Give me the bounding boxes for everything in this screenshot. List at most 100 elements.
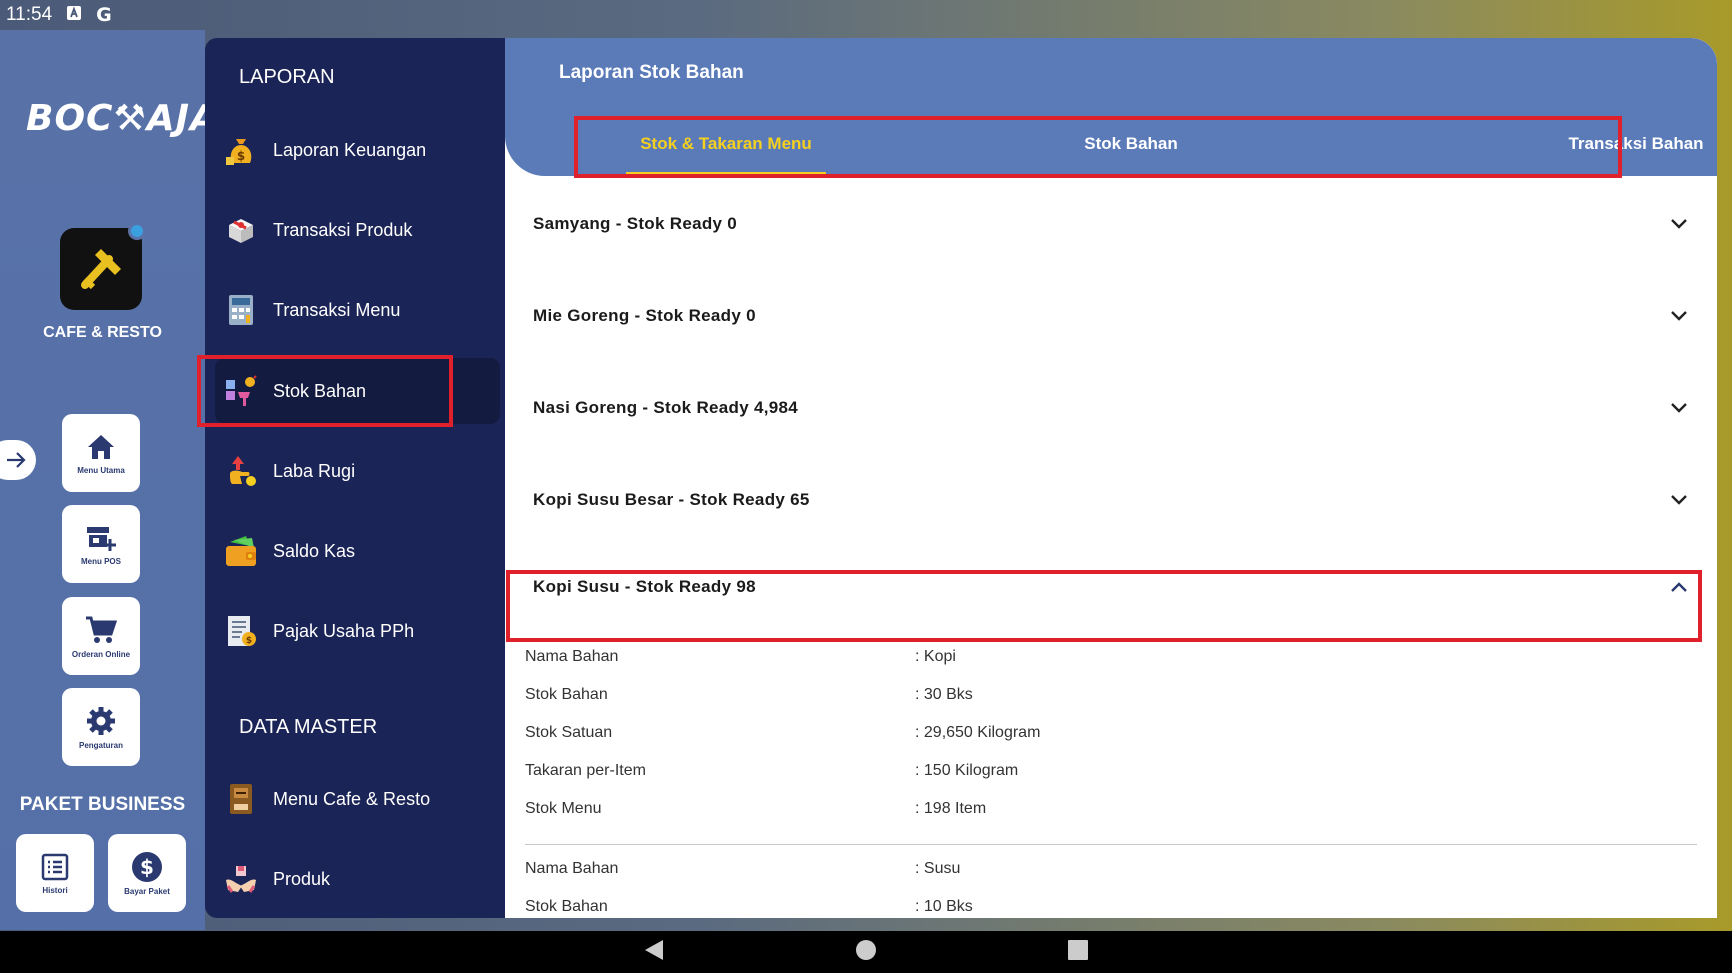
detail-key: Stok Bahan xyxy=(525,898,608,915)
nav-item-label: Stok Bahan xyxy=(273,380,367,401)
nav-item-transaksi-menu[interactable]: Transaksi Menu xyxy=(215,277,500,343)
active-tab-indicator xyxy=(626,172,826,176)
tab-stok-bahan[interactable]: Stok Bahan xyxy=(1011,134,1251,154)
nav-item-label: Transaksi Menu xyxy=(273,299,401,320)
page-header: Laporan Stok Bahan Stok & Takaran Menu S… xyxy=(505,38,1717,176)
online-indicator xyxy=(128,222,146,240)
store-add-icon xyxy=(87,526,116,551)
detail-key: Takaran per-Item xyxy=(525,762,646,779)
detail-row: Stok Bahan : 10 Bks xyxy=(525,892,1705,918)
nav-item-label: Saldo Kas xyxy=(273,540,356,561)
accordion-title: Mie Goreng - Stok Ready 0 xyxy=(533,306,756,325)
back-button[interactable] xyxy=(643,938,665,967)
gear-icon xyxy=(87,706,115,735)
google-icon: G xyxy=(96,4,112,26)
box-icon xyxy=(223,212,259,248)
nav-item-transaksi-produk[interactable]: Transaksi Produk xyxy=(215,197,500,263)
accordion-title: Samyang - Stok Ready 0 xyxy=(533,214,738,233)
histori-button[interactable]: Histori xyxy=(16,834,94,912)
money-bag-icon: $ xyxy=(223,132,259,168)
product-hand-icon xyxy=(223,861,259,897)
app-icon[interactable] xyxy=(60,222,146,310)
profit-icon xyxy=(223,453,259,489)
accordion-item-kopi-susu-besar[interactable]: Kopi Susu Besar - Stok Ready 65 xyxy=(505,460,1717,540)
detail-value: : 30 Bks xyxy=(915,686,973,703)
report-nav-panel: LAPORAN $ Laporan Keuangan Transaksi Pro… xyxy=(205,38,505,918)
home-button[interactable] xyxy=(855,939,877,966)
bayar-paket-label: Bayar Paket xyxy=(124,886,170,896)
menu-utama-button[interactable]: Menu Utama xyxy=(62,414,140,492)
detail-value: : 150 Kilogram xyxy=(915,762,1019,779)
orderan-online-label: Orderan Online xyxy=(71,649,131,659)
nav-item-pajak-usaha[interactable]: $ Pajak Usaha PPh xyxy=(215,598,500,664)
detail-row: Stok Menu : 198 Item xyxy=(525,794,1705,824)
app-type-label: CAFE & RESTO xyxy=(43,324,162,341)
svg-text:$: $ xyxy=(237,149,245,163)
cart-icon xyxy=(86,616,118,643)
list-icon xyxy=(41,853,69,880)
stock-icon xyxy=(223,373,259,409)
tab-transaksi-bahan[interactable]: Transaksi Bahan xyxy=(1516,134,1717,154)
nav-item-laporan-keuangan[interactable]: $ Laporan Keuangan xyxy=(215,117,500,183)
bayar-paket-button[interactable]: $ Bayar Paket xyxy=(108,834,186,912)
nav-item-menu-cafe-resto[interactable]: Menu Cafe & Resto xyxy=(215,766,500,832)
calculator-icon xyxy=(223,292,259,328)
back-triangle-icon xyxy=(645,939,663,960)
detail-row: Takaran per-Item : 150 Kilogram xyxy=(525,756,1705,786)
detail-value: : 10 Bks xyxy=(915,898,973,915)
status-bar: 11:54 G xyxy=(0,0,1732,30)
detail-value: : 198 Item xyxy=(915,800,987,817)
nav-item-label: Laba Rugi xyxy=(273,460,356,481)
accordion-item-nasi-goreng[interactable]: Nasi Goreng - Stok Ready 4,984 xyxy=(505,368,1717,448)
menu-pos-label: Menu POS xyxy=(80,556,121,566)
pengaturan-button[interactable]: Pengaturan xyxy=(62,688,140,766)
chevron-down-icon xyxy=(1669,398,1689,418)
hammer-logo-icon xyxy=(81,249,121,290)
nav-item-label: Laporan Keuangan xyxy=(273,139,427,160)
recents-square-icon xyxy=(1068,939,1088,960)
nav-item-stok-bahan[interactable]: Stok Bahan xyxy=(215,358,500,424)
chevron-up-icon xyxy=(1669,577,1689,597)
accordion-title: Kopi Susu - Stok Ready 98 xyxy=(533,577,756,596)
paket-title: PAKET BUSINESS xyxy=(19,794,186,815)
accordion-item-samyang[interactable]: Samyang - Stok Ready 0 xyxy=(505,184,1717,264)
detail-key: Stok Bahan xyxy=(525,686,608,703)
detail-key: Stok Satuan xyxy=(525,724,613,741)
dollar-icon: $ xyxy=(132,851,162,882)
laporan-section-title: LAPORAN xyxy=(239,66,335,88)
chevron-down-icon xyxy=(1669,490,1689,510)
detail-key: Nama Bahan xyxy=(525,648,619,665)
detail-row: Nama Bahan : Kopi xyxy=(525,642,1705,672)
accordion-item-mie-goreng[interactable]: Mie Goreng - Stok Ready 0 xyxy=(505,276,1717,356)
orderan-online-button[interactable]: Orderan Online xyxy=(62,597,140,675)
notification-a-icon xyxy=(66,4,82,26)
nav-item-label: Pajak Usaha PPh xyxy=(273,620,415,641)
menu-pos-button[interactable]: Menu POS xyxy=(62,505,140,583)
nav-item-label: Menu Cafe & Resto xyxy=(273,788,431,809)
accordion-title: Nasi Goreng - Stok Ready 4,984 xyxy=(533,398,799,417)
detail-row: Stok Bahan : 30 Bks xyxy=(525,680,1705,710)
chevron-down-icon xyxy=(1669,214,1689,234)
detail-value: : 29,650 Kilogram xyxy=(915,724,1041,741)
detail-value: : Susu xyxy=(915,860,961,877)
nav-item-produk[interactable]: Produk xyxy=(215,846,500,912)
status-time: 11:54 xyxy=(6,4,53,25)
menu-utama-label: Menu Utama xyxy=(77,465,125,475)
detail-value: : Kopi xyxy=(915,648,956,665)
arrow-right-icon xyxy=(7,452,26,468)
chevron-down-icon xyxy=(1669,306,1689,326)
accordion-item-kopi-susu[interactable]: Kopi Susu - Stok Ready 98 xyxy=(505,552,1717,622)
nav-item-label: Transaksi Produk xyxy=(273,219,413,240)
main-content: Laporan Stok Bahan Stok & Takaran Menu S… xyxy=(505,38,1717,918)
wallet-icon xyxy=(223,533,259,569)
detail-row: Stok Satuan : 29,650 Kilogram xyxy=(525,718,1705,748)
nav-item-laba-rugi[interactable]: Laba Rugi xyxy=(215,438,500,504)
home-circle-icon xyxy=(856,939,876,960)
recents-button[interactable] xyxy=(1067,939,1089,966)
nav-item-label: Produk xyxy=(273,868,331,889)
nav-item-saldo-kas[interactable]: Saldo Kas xyxy=(215,518,500,584)
tab-stok-takaran-menu[interactable]: Stok & Takaran Menu xyxy=(606,134,846,154)
page-title: Laporan Stok Bahan xyxy=(559,62,744,83)
tax-icon: $ xyxy=(223,613,259,649)
detail-divider xyxy=(525,844,1697,845)
